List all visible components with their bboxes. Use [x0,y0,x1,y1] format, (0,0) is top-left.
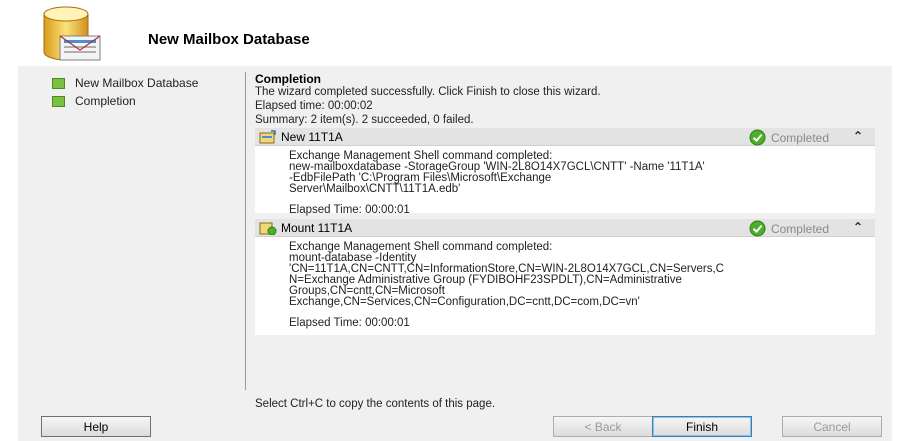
task-panel-mount: Mount 11T1A Completed ⌃ Exchange Managem… [255,219,875,335]
finish-button[interactable]: Finish [652,416,752,437]
mount-database-icon [259,222,277,235]
output-line: Exchange,CN=Services,CN=Configuration,DC… [289,296,640,308]
wizard-nav: New Mailbox Database Completion [52,74,242,110]
task-header[interactable]: Mount 11T1A Completed ⌃ [255,219,875,237]
task-output: Exchange Management Shell command comple… [255,237,875,329]
task-output: Exchange Management Shell command comple… [255,146,875,216]
collapse-chevron-icon[interactable]: ⌃ [853,129,863,143]
task-panel-new: New 11T1A Completed ⌃ Exchange Managemen… [255,128,875,216]
copy-hint: Select Ctrl+C to copy the contents of th… [255,398,496,410]
new-database-icon [259,129,276,143]
nav-divider [245,72,246,390]
task-header[interactable]: New 11T1A Completed ⌃ [255,128,875,146]
wizard-header: New Mailbox Database [18,0,892,66]
task-elapsed-time: Elapsed Time: 00:00:01 [289,204,410,216]
output-line: Server\Mailbox\CNTT\11T1A.edb' [289,183,461,195]
task-status: Completed [749,129,829,146]
nav-item-completion[interactable]: Completion [52,92,242,110]
mailbox-database-icon [43,6,101,61]
completion-message: The wizard completed successfully. Click… [255,86,601,98]
back-button[interactable]: < Back [553,416,653,437]
task-name: Mount 11T1A [281,220,353,235]
step-complete-icon [52,95,65,107]
wizard-title: New Mailbox Database [148,31,310,48]
page-heading: Completion [255,72,321,86]
task-status-label: Completed [770,221,829,236]
cancel-button[interactable]: Cancel [782,416,882,437]
completed-check-icon [749,220,766,237]
task-elapsed-time: Elapsed Time: 00:00:01 [289,317,410,329]
completion-summary: Completion The wizard completed successf… [255,72,875,128]
completed-check-icon [749,129,766,146]
task-status-label: Completed [770,130,829,145]
task-name: New 11T1A [281,129,343,144]
nav-item-label: Completion [75,94,136,108]
help-button[interactable]: Help [41,416,151,437]
step-complete-icon [52,77,65,89]
collapse-chevron-icon[interactable]: ⌃ [853,220,863,234]
summary-text: Summary: 2 item(s). 2 succeeded, 0 faile… [255,114,474,126]
nav-item-label: New Mailbox Database [75,76,199,90]
nav-item-new-mailbox-database[interactable]: New Mailbox Database [52,74,242,92]
wizard-window: New Mailbox Database New Mailbox Databas… [18,0,892,441]
task-status: Completed [749,220,829,237]
total-elapsed-time: Elapsed time: 00:00:02 [255,100,373,112]
